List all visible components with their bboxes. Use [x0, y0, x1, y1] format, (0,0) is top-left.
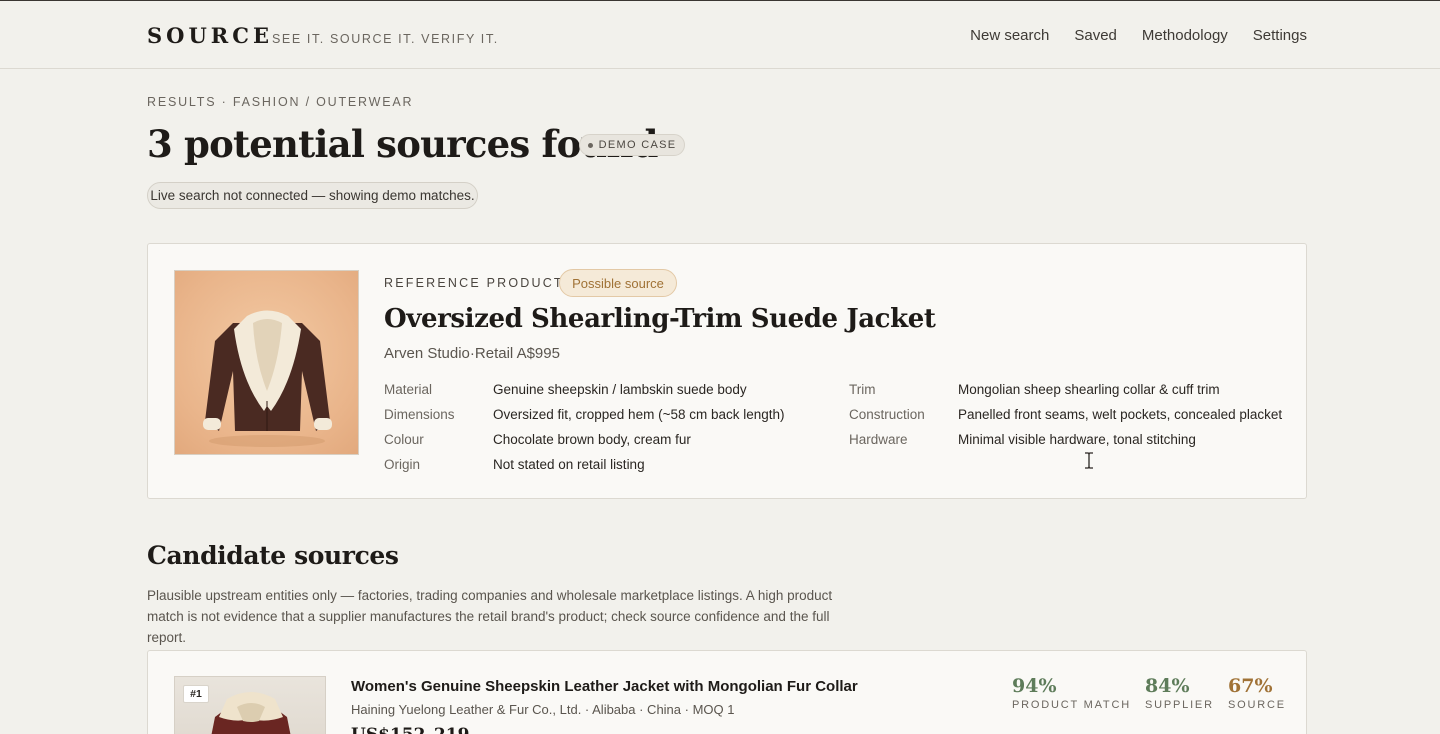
- spec-key: Construction: [849, 407, 925, 422]
- candidate-title[interactable]: Women's Genuine Sheepskin Leather Jacket…: [351, 678, 858, 695]
- candidate-meta: Haining Yuelong Leather & Fur Co., Ltd. …: [351, 702, 735, 717]
- spec-value: Panelled front seams, welt pockets, conc…: [958, 407, 1283, 422]
- demo-case-label: DEMO CASE: [598, 139, 677, 151]
- metric-supplier: 84% SUPPLIER: [1145, 675, 1214, 711]
- status-dot-icon: [587, 142, 593, 148]
- supplier-value: 84%: [1145, 675, 1190, 697]
- text-cursor-icon: [1085, 452, 1093, 469]
- spec-key: Material: [384, 382, 433, 397]
- spec-key: Colour: [384, 432, 424, 447]
- reference-product-title: Oversized Shearling-Trim Suede Jacket: [384, 304, 936, 334]
- spec-key: Origin: [384, 457, 421, 472]
- nav-new-search[interactable]: New search: [970, 27, 1049, 44]
- nav-settings[interactable]: Settings: [1253, 27, 1307, 44]
- main-nav: New search Saved Methodology Settings: [970, 27, 1307, 44]
- brand-tagline: SEE IT. SOURCE IT. VERIFY IT.: [272, 32, 499, 46]
- brand-logo[interactable]: SOURCE: [147, 23, 273, 48]
- spec-value: Mongolian sheep shearling collar & cuff …: [958, 382, 1220, 397]
- candidate-price: US$152–219: [351, 725, 469, 734]
- source-value: 67%: [1228, 675, 1273, 697]
- reference-product-subtitle: Arven Studio·Retail A$995: [384, 345, 560, 362]
- nav-saved[interactable]: Saved: [1074, 27, 1117, 44]
- product-match-value: 94%: [1012, 675, 1057, 697]
- spec-value: Minimal visible hardware, tonal stitchin…: [958, 432, 1196, 447]
- product-match-label: PRODUCT MATCH: [1012, 699, 1131, 711]
- candidate-card[interactable]: #1 Women's Genuine Sheepskin Leather Jac…: [147, 650, 1307, 734]
- reference-product-label: REFERENCE PRODUCT: [384, 276, 564, 290]
- supplier-label: SUPPLIER: [1145, 699, 1214, 711]
- spec-value: Chocolate brown body, cream fur: [493, 432, 691, 447]
- source-label: SOURCE: [1228, 699, 1286, 711]
- reference-brand: Arven Studio: [384, 345, 470, 362]
- nav-methodology[interactable]: Methodology: [1142, 27, 1228, 44]
- spec-value: Not stated on retail listing: [493, 457, 645, 472]
- metric-source: 67% SOURCE: [1228, 675, 1286, 711]
- spec-key: Trim: [849, 382, 876, 397]
- breadcrumb: RESULTS · FASHION / OUTERWEAR: [147, 95, 414, 109]
- spec-value: Oversized fit, cropped hem (~58 cm back …: [493, 407, 785, 422]
- spec-key: Dimensions: [384, 407, 455, 422]
- spec-key: Hardware: [849, 432, 908, 447]
- top-bar: SOURCE SEE IT. SOURCE IT. VERIFY IT. New…: [0, 0, 1440, 69]
- jacket-illustration-icon: [203, 310, 332, 447]
- reference-product-image: [174, 270, 359, 455]
- candidate-image: #1: [174, 676, 326, 734]
- possible-source-badge: Possible source: [559, 269, 677, 297]
- reference-product-card: REFERENCE PRODUCT Possible source Oversi…: [147, 243, 1307, 499]
- demo-case-badge: DEMO CASE: [579, 134, 685, 156]
- rank-badge: #1: [183, 685, 209, 703]
- metric-product-match: 94% PRODUCT MATCH: [1012, 675, 1131, 711]
- reference-retail-price: Retail A$995: [474, 345, 560, 362]
- live-search-notice: Live search not connected — showing demo…: [147, 182, 478, 209]
- spec-value: Genuine sheepskin / lambskin suede body: [493, 382, 747, 397]
- candidate-sources-description: Plausible upstream entities only — facto…: [147, 588, 833, 645]
- candidate-sources-heading: Candidate sources: [147, 541, 399, 570]
